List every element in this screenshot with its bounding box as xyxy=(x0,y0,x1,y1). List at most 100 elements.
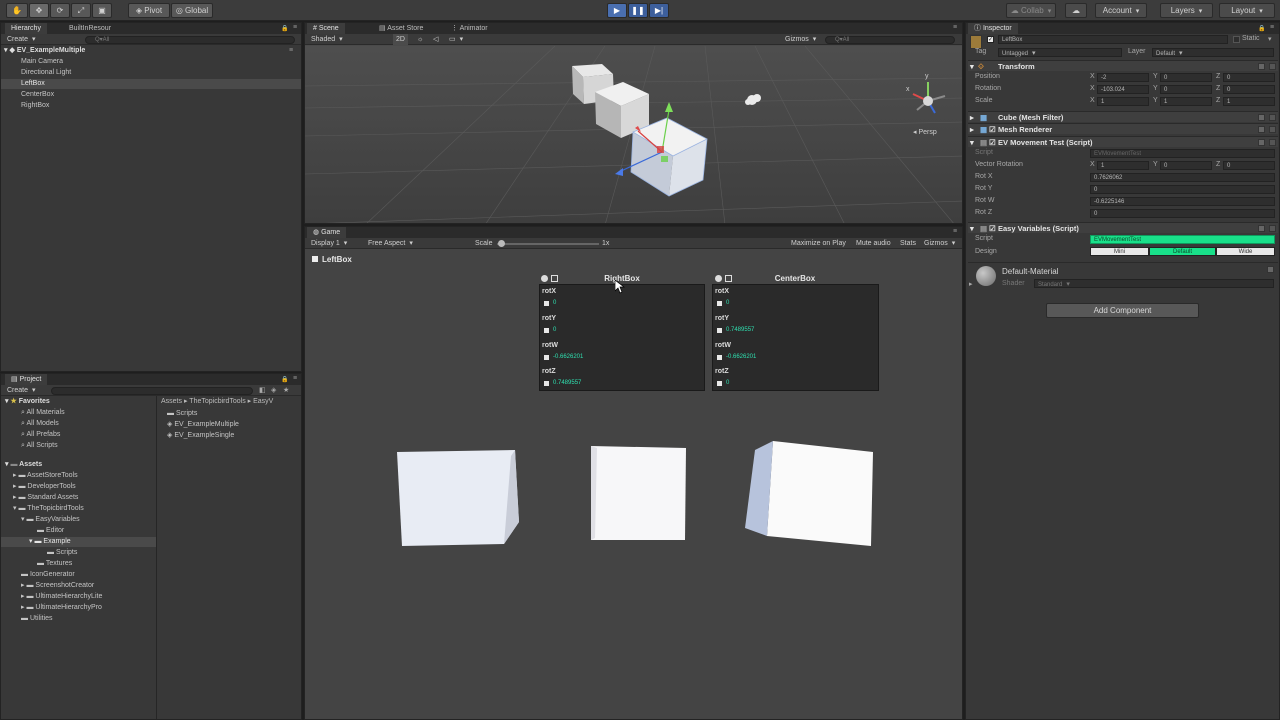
folder-item[interactable]: ▸ ▬ Standard Assets xyxy=(13,493,78,503)
account-dropdown[interactable]: Account xyxy=(1095,3,1147,18)
assets-header[interactable]: ▾ ▬ Assets xyxy=(5,460,42,470)
cloud-button[interactable]: ☁ xyxy=(1065,3,1087,18)
pivot-button[interactable]: ◈ Pivot xyxy=(128,3,170,18)
play-button[interactable]: ▶ xyxy=(607,3,627,18)
asset-file[interactable]: ▬ Scripts xyxy=(167,409,197,419)
tab-game[interactable]: ◍ Game xyxy=(307,227,347,238)
menu-icon[interactable]: ≡ xyxy=(953,24,957,31)
breadcrumb-item[interactable]: EasyV xyxy=(253,398,273,405)
tab-inspector[interactable]: ⓘ Inspector xyxy=(968,23,1018,34)
static-dropdown-icon[interactable]: ▾ xyxy=(1268,35,1272,43)
menu-icon[interactable]: ≡ xyxy=(953,228,957,235)
scene-viewport[interactable]: y x ◂ Persp xyxy=(305,46,963,224)
folder-item[interactable]: ▸ ▬ UltimateHierarchyPro xyxy=(21,603,102,613)
scene-search-input[interactable]: Q▾All xyxy=(825,36,955,44)
help-icon[interactable] xyxy=(1258,114,1265,121)
favorites-header[interactable]: ▾ ★ Favorites xyxy=(5,397,50,407)
position-y-input[interactable]: 0 xyxy=(1160,73,1212,82)
effects-dropdown-icon[interactable]: ▭ xyxy=(449,34,463,45)
rotation-x-input[interactable]: -103.024 xyxy=(1097,85,1149,94)
settings-gear-icon[interactable] xyxy=(1269,225,1276,232)
rotation-z-input[interactable]: 0 xyxy=(1223,85,1275,94)
scale-z-input[interactable]: 1 xyxy=(1223,97,1275,106)
2d-toggle[interactable]: 2D xyxy=(393,34,408,45)
mesh-filter-header[interactable]: ▸ ▦ Cube (Mesh Filter) xyxy=(968,111,1278,122)
rotate-tool-button[interactable]: ⟳ xyxy=(50,3,70,18)
tab-hierarchy[interactable]: Hierarchy xyxy=(5,23,47,34)
help-icon[interactable] xyxy=(1258,63,1265,70)
lock-icon[interactable]: 🔒 xyxy=(281,376,288,383)
pause-button[interactable]: ❚❚ xyxy=(628,3,648,18)
tab-builtin-resources[interactable]: BuiltInResour xyxy=(63,23,117,34)
scene-root-row[interactable]: ▾ ◆ EV_ExampleMultiple ≡ xyxy=(1,46,301,56)
scene-menu-icon[interactable]: ≡ xyxy=(289,46,293,56)
lock-icon[interactable]: 🔒 xyxy=(281,25,288,32)
folder-item[interactable]: ▸ ▬ DeveloperTools xyxy=(13,482,76,492)
step-button[interactable]: ▶| xyxy=(649,3,669,18)
tab-asset-store[interactable]: ▤ Asset Store xyxy=(373,23,429,34)
persp-label[interactable]: ◂ Persp xyxy=(913,129,937,136)
folder-item[interactable]: ▸ ▬ UltimateHierarchyLite xyxy=(21,592,102,602)
project-create-button[interactable]: Create xyxy=(7,385,36,396)
enabled-checkbox-icon[interactable]: ☑ xyxy=(989,124,996,135)
folder-item[interactable]: ▸ ▬ AssetStoreTools xyxy=(13,471,78,481)
centerbox-collapse-icon[interactable] xyxy=(715,275,722,282)
scale-y-input[interactable]: 1 xyxy=(1160,97,1212,106)
hierarchy-item[interactable]: RightBox xyxy=(1,101,301,111)
rightbox-move-icon[interactable] xyxy=(551,275,558,282)
hierarchy-item-selected[interactable]: LeftBox xyxy=(1,79,301,89)
tag-dropdown[interactable]: Untagged xyxy=(998,48,1122,57)
object-name-input[interactable]: LeftBox xyxy=(998,35,1228,44)
aspect-dropdown[interactable]: Free Aspect xyxy=(368,238,468,249)
vector-x-input[interactable]: 1 xyxy=(1097,161,1149,170)
position-x-input[interactable]: -2 xyxy=(1097,73,1149,82)
folder-item[interactable]: ▬ IconGenerator xyxy=(21,570,75,580)
tab-project[interactable]: ▤ Project xyxy=(5,374,48,385)
rot-w-input[interactable]: -0.6225146 xyxy=(1090,197,1275,206)
scale-x-input[interactable]: 1 xyxy=(1097,97,1149,106)
move-tool-button[interactable]: ✥ xyxy=(29,3,49,18)
add-component-button[interactable]: Add Component xyxy=(1046,303,1199,318)
material-settings-gear-icon[interactable] xyxy=(1267,266,1274,273)
menu-icon[interactable]: ≡ xyxy=(1270,24,1274,31)
filter-label-icon[interactable]: ◈ xyxy=(271,385,276,396)
game-gizmos-dropdown[interactable]: Gizmos xyxy=(924,238,955,249)
tab-scene[interactable]: # Scene xyxy=(307,23,345,34)
hierarchy-search-input[interactable]: Q▾All xyxy=(85,36,295,44)
hand-tool-button[interactable]: ✋ xyxy=(6,3,28,18)
project-search-input[interactable] xyxy=(51,387,253,395)
folder-item[interactable]: ▾ ▬ EasyVariables xyxy=(21,515,80,525)
folder-item[interactable]: ▾ ▬ TheTopicbirdTools xyxy=(13,504,84,514)
star-icon[interactable]: ★ xyxy=(283,385,289,396)
design-default-button[interactable]: Default xyxy=(1149,247,1216,256)
favorite-item[interactable]: ⌕ All Prefabs xyxy=(21,430,60,440)
collab-dropdown[interactable]: ☁ Collab xyxy=(1006,3,1056,18)
tab-animator[interactable]: ⋮ Animator xyxy=(445,23,494,34)
hierarchy-item[interactable]: CenterBox xyxy=(1,90,301,100)
hierarchy-item[interactable]: Main Camera xyxy=(1,57,301,67)
movement-script-header[interactable]: ▾ ▤ ☑ EV Movement Test (Script) xyxy=(968,136,1278,147)
leftbox-toggle[interactable] xyxy=(312,256,318,262)
hierarchy-item[interactable]: Directional Light xyxy=(1,68,301,78)
scale-tool-button[interactable]: ⤢ xyxy=(71,3,91,18)
audio-toggle-icon[interactable]: ◁ xyxy=(433,34,438,45)
asset-file[interactable]: ◈ EV_ExampleMultiple xyxy=(167,420,239,430)
maximize-on-play-toggle[interactable]: Maximize on Play xyxy=(791,238,846,249)
value-toggle[interactable] xyxy=(544,328,549,333)
folder-item-selected[interactable]: ▾ ▬ Example xyxy=(1,537,156,547)
rot-x-input[interactable]: 0.7626062 xyxy=(1090,173,1275,182)
rotation-y-input[interactable]: 0 xyxy=(1160,85,1212,94)
folder-item[interactable]: ▸ ▬ ScreenshotCreator xyxy=(21,581,94,591)
transform-header[interactable]: ▾ ⟐ Transform xyxy=(968,60,1278,71)
active-checkbox[interactable]: ✓ xyxy=(987,36,994,43)
favorite-item[interactable]: ⌕ All Materials xyxy=(21,408,65,418)
filter-type-icon[interactable]: ◧ xyxy=(259,385,266,396)
easy-script-field[interactable]: EVMovementTest xyxy=(1090,235,1275,244)
folder-item[interactable]: ▬ Editor xyxy=(37,526,64,536)
rot-y-input[interactable]: 0 xyxy=(1090,185,1275,194)
collapse-arrow-icon[interactable]: ▸ xyxy=(969,280,973,288)
value-toggle[interactable] xyxy=(717,328,722,333)
lock-icon[interactable]: 🔒 xyxy=(1258,25,1265,32)
hierarchy-create-button[interactable]: Create xyxy=(7,34,36,45)
settings-gear-icon[interactable] xyxy=(1269,114,1276,121)
